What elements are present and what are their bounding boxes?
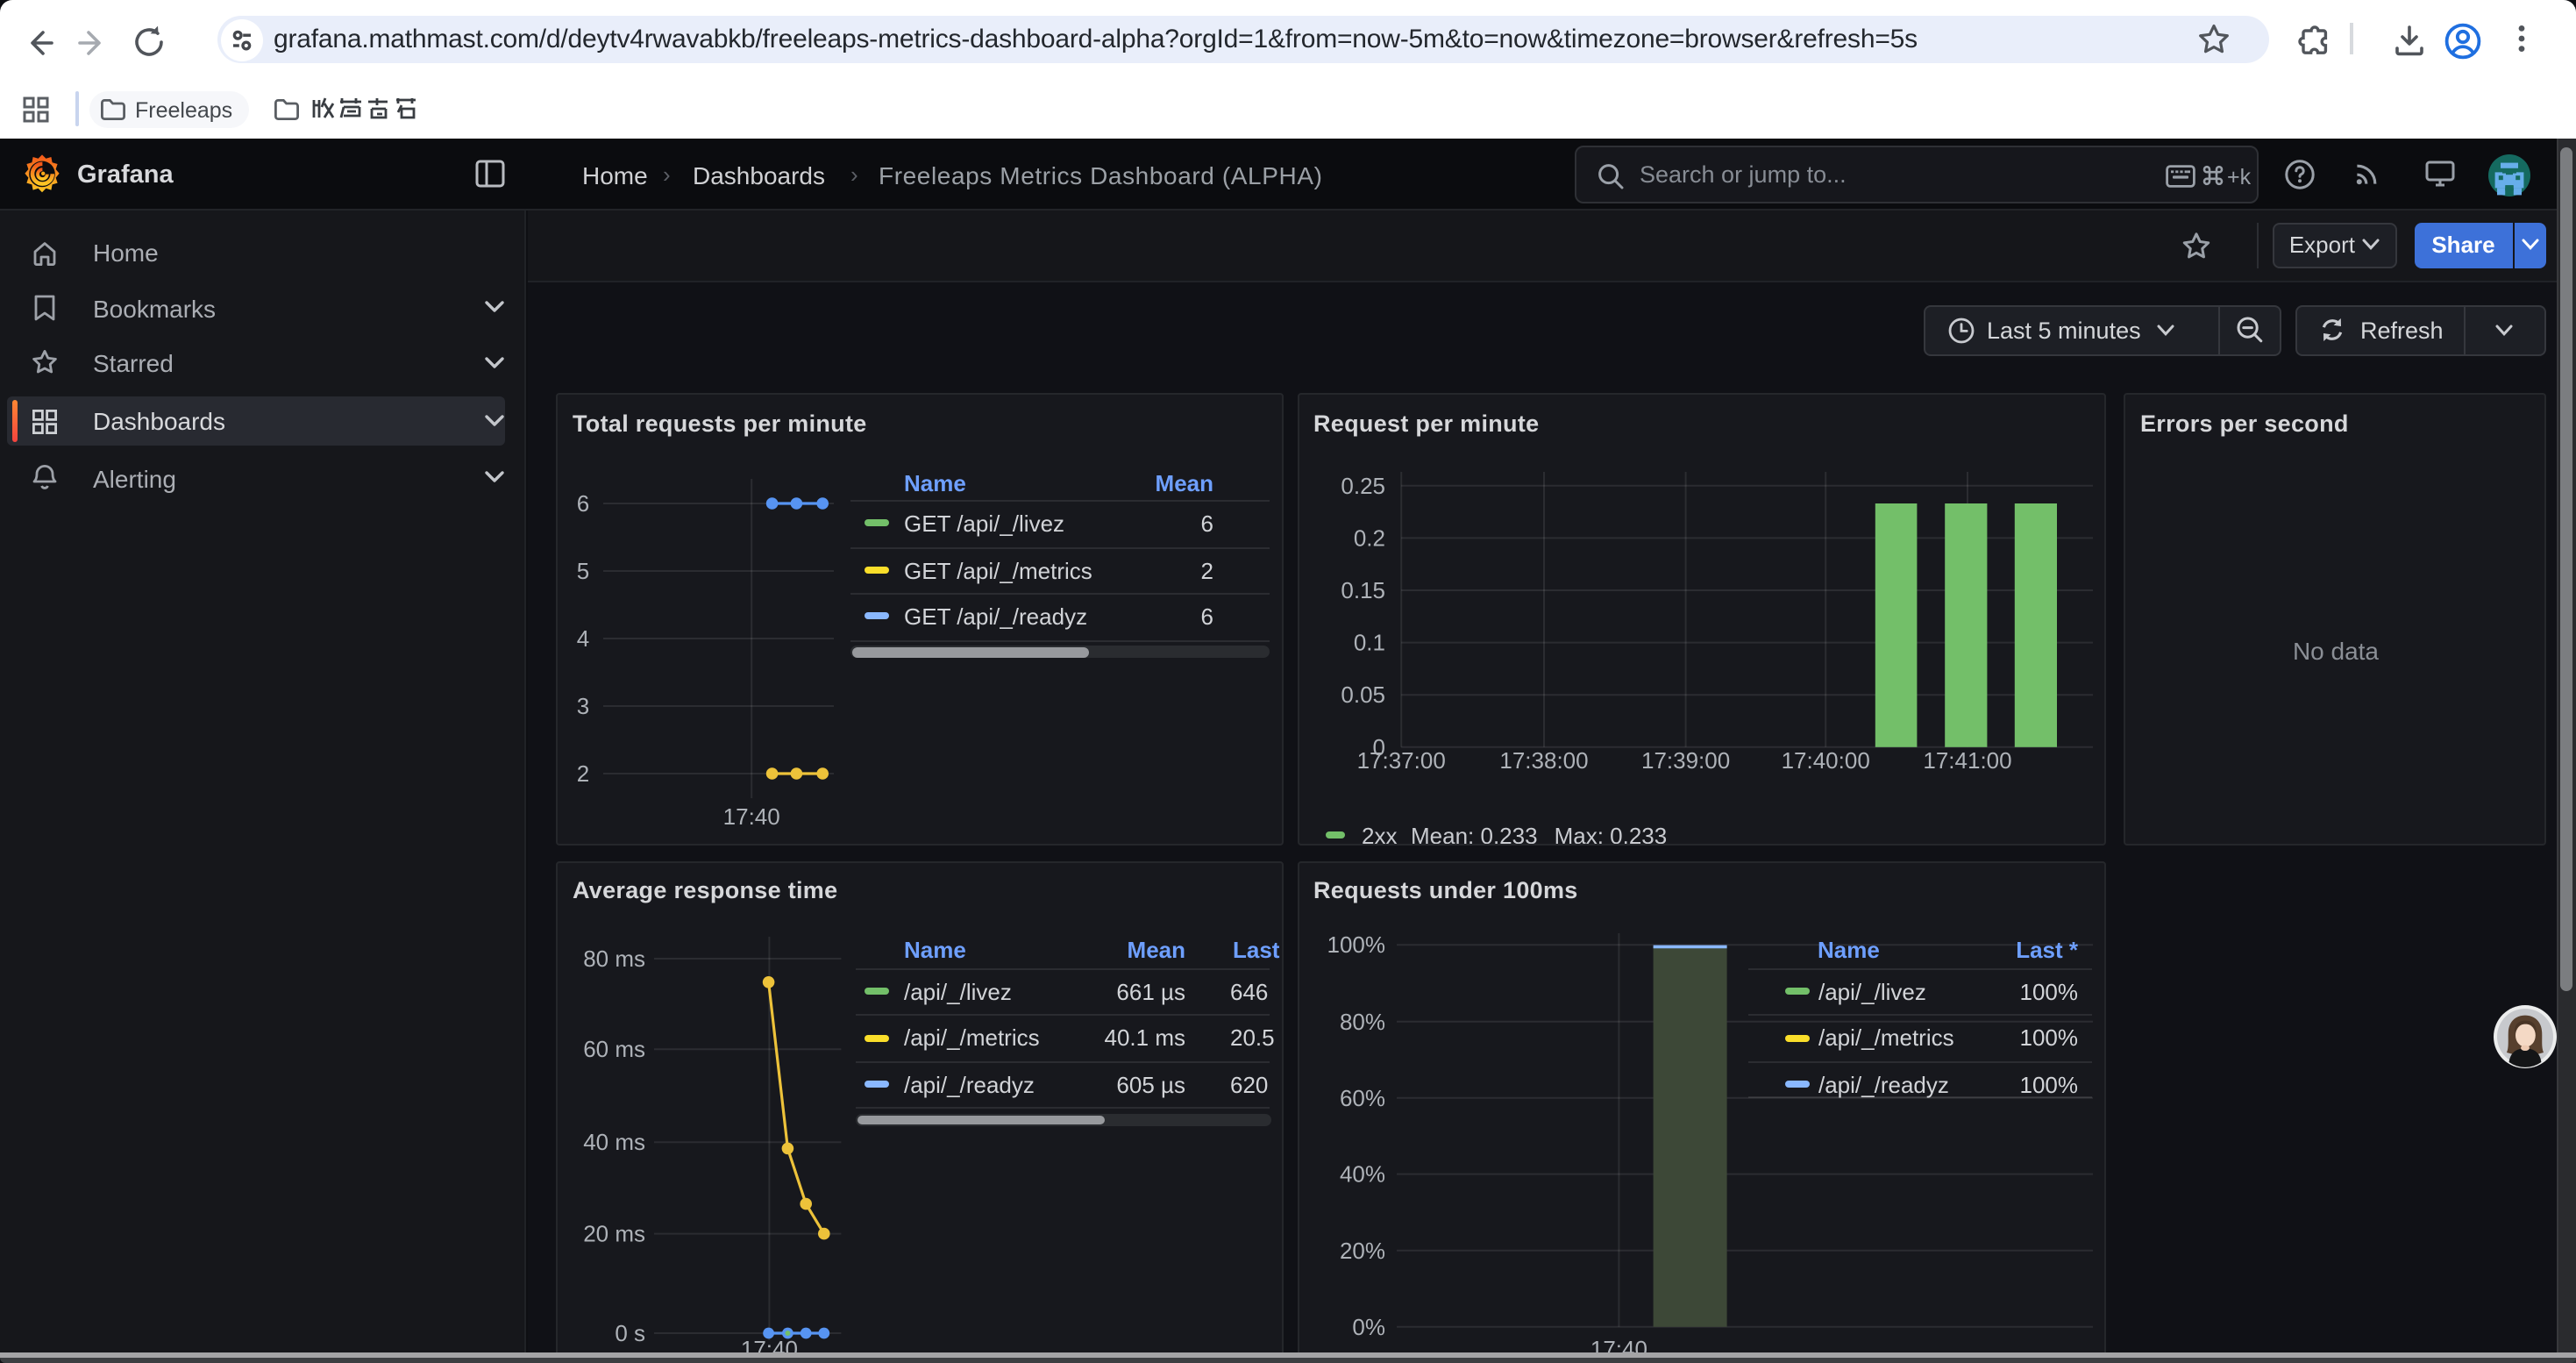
svg-text:0.25: 0.25 <box>1340 473 1384 499</box>
svg-text:0.15: 0.15 <box>1340 577 1384 603</box>
svg-text:17:40:00: 17:40:00 <box>1781 747 1869 774</box>
svg-text:17:38:00: 17:38:00 <box>1498 747 1587 774</box>
svg-text:17:37:00: 17:37:00 <box>1356 747 1445 774</box>
svg-text:20%: 20% <box>1339 1237 1384 1263</box>
svg-text:0.2: 0.2 <box>1353 525 1384 551</box>
svg-text:20 ms: 20 ms <box>583 1220 645 1246</box>
svg-text:0.05: 0.05 <box>1340 682 1384 708</box>
svg-text:0 s: 0 s <box>615 1319 645 1345</box>
svg-text:40 ms: 40 ms <box>583 1128 645 1154</box>
svg-text:0%: 0% <box>1351 1313 1384 1339</box>
svg-text:17:41:00: 17:41:00 <box>1922 747 2010 774</box>
svg-text:0.1: 0.1 <box>1353 630 1384 656</box>
svg-text:40%: 40% <box>1339 1160 1384 1187</box>
svg-text:17:40: 17:40 <box>723 803 780 830</box>
svg-text:2: 2 <box>577 760 589 787</box>
svg-text:17:39:00: 17:39:00 <box>1640 747 1729 774</box>
svg-text:3: 3 <box>577 693 589 719</box>
